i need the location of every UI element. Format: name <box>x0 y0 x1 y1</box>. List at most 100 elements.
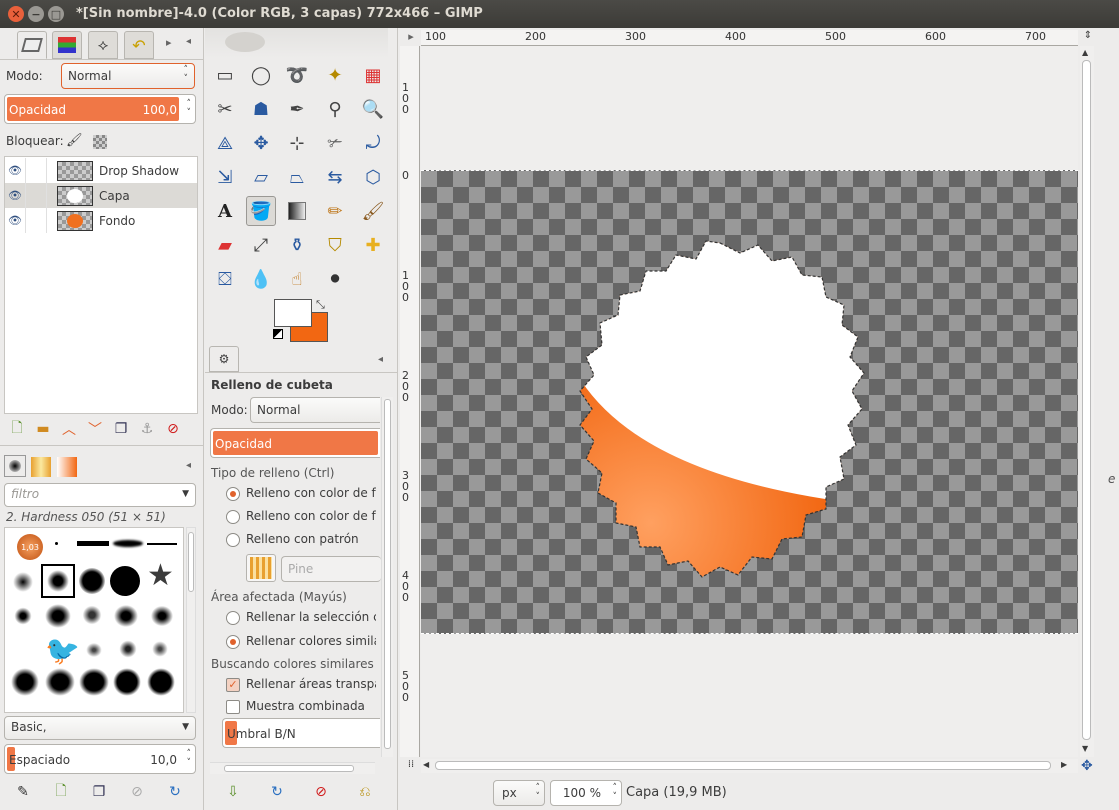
chain-toggle[interactable] <box>25 183 47 208</box>
zoom-select[interactable]: 100 % ˄ ˅ <box>550 780 622 806</box>
dock-menu-icon[interactable]: ◂ <box>186 36 191 47</box>
radio-icon[interactable] <box>226 634 240 649</box>
scroll-left-icon[interactable]: ◀ <box>423 760 429 769</box>
tab-gradients[interactable] <box>57 457 77 477</box>
tool-options-scrollbar[interactable] <box>381 397 393 757</box>
scroll-up-icon[interactable]: ▲ <box>1082 48 1088 57</box>
lower-layer-icon[interactable]: ﹀ <box>82 417 108 441</box>
layer-name[interactable]: Drop Shadow <box>99 164 179 178</box>
move-tool-icon[interactable]: ✥ <box>246 128 276 158</box>
swap-colors-icon[interactable]: ⤡ <box>316 298 325 312</box>
flip-tool-icon[interactable]: ⇆ <box>320 162 350 192</box>
fill-pattern-option[interactable]: Relleno con patrón <box>226 532 376 547</box>
dock-edge-handle[interactable]: e <box>1108 472 1115 486</box>
tab-tool-options[interactable]: ⚙ <box>209 346 239 372</box>
minimize-icon[interactable]: − <box>28 6 44 22</box>
brush-swatch[interactable] <box>147 668 175 696</box>
brush-swatch[interactable] <box>13 606 33 626</box>
brush-swatch[interactable] <box>117 638 139 660</box>
perspective-tool-icon[interactable]: ⏢ <box>282 162 312 192</box>
sample-merged-option[interactable]: Muestra combinada <box>226 699 376 714</box>
star-brush-icon[interactable]: ★ <box>147 561 174 591</box>
delete-options-icon[interactable]: ⊘ <box>308 780 334 804</box>
lock-pixels-icon[interactable]: 🖌 <box>66 133 83 148</box>
save-options-icon[interactable]: ⇩ <box>220 780 246 804</box>
smudge-tool-icon[interactable]: ☝ <box>282 264 312 294</box>
navigate-icon[interactable]: ✥ <box>1081 758 1093 774</box>
tab-patterns[interactable] <box>31 457 51 477</box>
raise-layer-icon[interactable]: ︿ <box>56 417 82 441</box>
tab-paths[interactable]: ⟡ <box>88 31 118 59</box>
zoom-navigate-icon[interactable]: ⇕ <box>1081 30 1095 44</box>
text-tool-icon[interactable]: A <box>210 196 240 226</box>
new-layer-icon[interactable]: 🗋 <box>4 417 30 441</box>
brush-swatch[interactable] <box>113 668 141 696</box>
unit-select[interactable]: px ˄ ˅ <box>493 780 545 806</box>
fill-bg-option[interactable]: Relleno con color de for <box>226 509 376 524</box>
bucket-fill-tool-icon[interactable]: 🪣 <box>246 196 276 226</box>
ellipse-select-tool-icon[interactable]: ◯ <box>246 60 276 90</box>
dock-menu-icon[interactable]: ◂ <box>378 354 383 365</box>
eye-icon[interactable]: 👁 <box>5 164 25 177</box>
scissors-tool-icon[interactable]: ✂ <box>210 94 240 124</box>
quick-mask-toggle-icon[interactable]: ⁞⁞ <box>403 759 419 773</box>
delete-brush-icon[interactable]: ⊘ <box>124 780 150 804</box>
brush-swatch[interactable] <box>81 604 103 626</box>
chain-toggle[interactable] <box>25 158 47 183</box>
shear-tool-icon[interactable]: ▱ <box>246 162 276 192</box>
layer-name[interactable]: Fondo <box>99 214 135 228</box>
tab-brushes[interactable] <box>4 455 26 477</box>
fill-transparent-option[interactable]: ✓ Rellenar áreas transpare <box>226 677 376 692</box>
radio-icon[interactable] <box>226 509 240 524</box>
scale-tool-icon[interactable]: ⇲ <box>210 162 240 192</box>
select-by-color-tool-icon[interactable]: ▦ <box>358 60 388 90</box>
brush-swatch[interactable] <box>113 540 143 547</box>
duplicate-layer-icon[interactable]: ❐ <box>108 417 134 441</box>
tab-layers[interactable] <box>17 31 47 59</box>
refresh-brushes-icon[interactable]: ↻ <box>162 780 188 804</box>
edit-brush-icon[interactable]: ✎ <box>10 780 36 804</box>
radio-icon[interactable] <box>226 532 240 547</box>
checkbox-icon[interactable]: ✓ <box>226 677 240 692</box>
foreground-color-swatch[interactable] <box>274 299 312 327</box>
brush-swatch[interactable] <box>55 542 58 545</box>
brush-swatch[interactable] <box>77 541 109 546</box>
cage-transform-tool-icon[interactable]: ⬡ <box>358 162 388 192</box>
restore-options-icon[interactable]: ↻ <box>264 780 290 804</box>
quick-mask-corner-icon[interactable]: ▸ <box>403 30 419 46</box>
paintbrush-tool-icon[interactable]: 🖌 <box>358 196 388 226</box>
eye-icon[interactable]: 👁 <box>5 189 25 202</box>
scroll-thumb[interactable] <box>435 761 1051 770</box>
rect-select-tool-icon[interactable]: ▭ <box>210 60 240 90</box>
brush-swatch[interactable] <box>79 568 105 594</box>
tool-mode-select[interactable]: Normal <box>250 397 380 423</box>
tool-options-hscrollbar[interactable] <box>210 762 375 774</box>
maximize-icon[interactable]: □ <box>48 6 64 22</box>
brush-swatch[interactable] <box>79 668 109 696</box>
brush-swatch[interactable]: 1,03 <box>17 534 43 560</box>
foreground-select-tool-icon[interactable]: ☗ <box>246 94 276 124</box>
anchor-layer-icon[interactable]: ⚓ <box>134 417 160 441</box>
layer-row-drop-shadow[interactable]: 👁 Drop Shadow <box>5 158 197 183</box>
duplicate-brush-icon[interactable]: ❐ <box>86 780 112 804</box>
fill-fg-option[interactable]: Relleno con color de fre <box>226 486 376 501</box>
ink-tool-icon[interactable]: ⚱ <box>282 230 312 260</box>
fill-selection-option[interactable]: Rellenar la selección co <box>226 610 376 625</box>
brush-swatch[interactable] <box>110 566 140 596</box>
measure-tool-icon[interactable]: ⟁ <box>210 128 240 158</box>
color-picker-tool-icon[interactable]: ⚲ <box>320 94 350 124</box>
crop-tool-icon[interactable]: ✃ <box>320 128 350 158</box>
brush-swatch[interactable] <box>149 638 171 660</box>
zoom-tool-icon[interactable]: 🔍 <box>358 94 388 124</box>
default-colors-icon[interactable] <box>273 329 283 339</box>
scroll-down-icon[interactable]: ▼ <box>1082 744 1088 753</box>
brush-swatch[interactable] <box>147 543 177 545</box>
align-tool-icon[interactable]: ⊹ <box>282 128 312 158</box>
dodge-burn-tool-icon[interactable]: ⚫ <box>320 264 350 294</box>
brush-swatch[interactable] <box>13 572 33 592</box>
radio-icon[interactable] <box>226 610 240 625</box>
rotate-tool-icon[interactable]: ⤾ <box>358 128 388 158</box>
bird-brush-icon[interactable]: 🐦 <box>45 634 80 667</box>
tab-channels[interactable] <box>52 31 82 59</box>
pencil-tool-icon[interactable]: ✏ <box>320 196 350 226</box>
